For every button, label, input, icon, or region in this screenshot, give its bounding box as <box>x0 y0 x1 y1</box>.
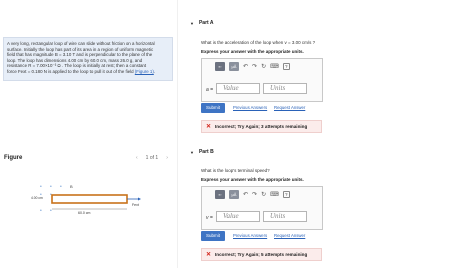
part-b-feedback-text: Incorrect; Try Again; 5 attempts remaini… <box>215 252 308 257</box>
part-a-answer-box: ▪▫ μÅ ↶ ↷ ↻ ⌨ ? a = Value Units <box>201 58 323 102</box>
part-b-value-input[interactable]: Value <box>216 211 260 222</box>
figure-link[interactable]: (Figure 1) <box>135 69 154 74</box>
part-a-submit-button[interactable]: Submit <box>201 103 225 113</box>
figure-prev-icon[interactable]: ‹ <box>136 155 138 161</box>
problem-line: force Fext = 0.180 N is applied to the l… <box>7 69 169 75</box>
part-a-feedback: ✕ Incorrect; Try Again; 3 attempts remai… <box>201 120 322 133</box>
problem-line-text: force Fext = 0.180 N is applied to the l… <box>7 68 135 74</box>
field-dot: • <box>40 208 42 214</box>
problem-text: A very long, rectangular loop of wire ca… <box>7 41 169 75</box>
length-label: 60.0 cm <box>78 211 91 215</box>
part-a-toolbar: ▪▫ μÅ ↶ ↷ ↻ ⌨ ? <box>215 62 290 71</box>
part-b-previous-answers-link[interactable]: Previous Answers <box>233 233 267 238</box>
part-b-instruction: Express your answer with the appropriate… <box>201 177 304 182</box>
wire-loop <box>51 194 128 204</box>
part-b-units-input[interactable]: Units <box>263 211 307 222</box>
template-icon: ▪▫ <box>218 192 222 197</box>
part-a-request-answer-link[interactable]: Request Answer <box>274 105 305 110</box>
force-label: Fext <box>132 203 139 207</box>
loop-figure: • • • • • • • B Fext 60.0 cm 4.00 cm <box>30 182 150 232</box>
field-label: B <box>70 184 73 189</box>
part-b-request-answer-link[interactable]: Request Answer <box>274 233 305 238</box>
part-b-feedback: ✕ Incorrect; Try Again; 5 attempts remai… <box>201 248 322 261</box>
template-button[interactable]: ▪▫ <box>215 62 225 71</box>
part-a-units-input[interactable]: Units <box>263 83 307 94</box>
template-button[interactable]: ▪▫ <box>215 190 225 199</box>
part-a-feedback-text: Incorrect; Try Again; 3 attempts remaini… <box>215 124 308 129</box>
redo-icon[interactable]: ↷ <box>252 191 257 198</box>
incorrect-x-icon: ✕ <box>206 124 212 130</box>
part-a-header[interactable]: ▼ Part A <box>190 20 214 26</box>
units-button[interactable]: μÅ <box>229 62 239 71</box>
problem-line: field that has magnitude B = 3.10 T and … <box>7 52 153 58</box>
help-icon[interactable]: ? <box>282 63 290 70</box>
part-a-title: Part A <box>198 20 214 26</box>
figure-next-icon[interactable]: › <box>166 155 168 161</box>
part-b-header[interactable]: ▼ Part B <box>190 149 214 155</box>
part-b-toolbar: ▪▫ μÅ ↶ ↷ ↻ ⌨ ? <box>215 190 290 199</box>
collapse-caret-icon[interactable]: ▼ <box>190 21 194 26</box>
field-dot: • <box>40 184 42 190</box>
part-b-submit-button[interactable]: Submit <box>201 231 225 241</box>
problem-line: A very long, rectangular loop of wire ca… <box>7 41 155 46</box>
problem-period: . <box>153 68 156 74</box>
height-label: 4.00 cm <box>31 196 43 200</box>
field-dot: • <box>50 208 52 214</box>
part-a-previous-answers-link[interactable]: Previous Answers <box>233 105 267 110</box>
reset-icon[interactable]: ↻ <box>261 63 266 70</box>
force-arrowhead <box>138 197 141 201</box>
field-dot: • <box>60 184 62 190</box>
field-dot: • <box>50 184 52 190</box>
part-a-instruction: Express your answer with the appropriate… <box>201 49 304 54</box>
collapse-caret-icon[interactable]: ▼ <box>190 150 194 155</box>
part-b-question: What is the loop's terminal speed? <box>201 168 270 173</box>
problem-statement: A very long, rectangular loop of wire ca… <box>3 37 173 81</box>
figure-pager: ‹ 1 of 1 › <box>136 155 168 161</box>
undo-icon[interactable]: ↶ <box>243 191 248 198</box>
units-icon: μÅ <box>231 192 237 197</box>
keyboard-icon[interactable]: ⌨ <box>270 63 279 70</box>
loop-diagram: • • • • • • • B Fext 60.0 cm 4.00 cm <box>31 184 141 215</box>
redo-icon[interactable]: ↷ <box>252 63 257 70</box>
part-b-answer-box: ▪▫ μÅ ↶ ↷ ↻ ⌨ ? v = Value Units <box>201 186 323 230</box>
part-b-variable-label: v = <box>206 215 213 221</box>
template-icon: ▪▫ <box>218 64 222 69</box>
help-icon[interactable]: ? <box>282 191 290 198</box>
part-a-variable-label: a = <box>206 87 214 93</box>
figure-page-count: 1 of 1 <box>145 155 159 161</box>
figure-title: Figure <box>4 155 23 161</box>
reset-icon[interactable]: ↻ <box>261 191 266 198</box>
incorrect-x-icon: ✕ <box>206 252 212 258</box>
part-b-title: Part B <box>198 149 214 155</box>
units-button[interactable]: μÅ <box>229 190 239 199</box>
undo-icon[interactable]: ↶ <box>243 63 248 70</box>
keyboard-icon[interactable]: ⌨ <box>270 191 279 198</box>
column-divider <box>177 0 178 268</box>
part-a-value-input[interactable]: Value <box>216 83 260 94</box>
part-a-question: What is the acceleration of the loop whe… <box>201 40 316 45</box>
units-icon: μÅ <box>231 64 237 69</box>
